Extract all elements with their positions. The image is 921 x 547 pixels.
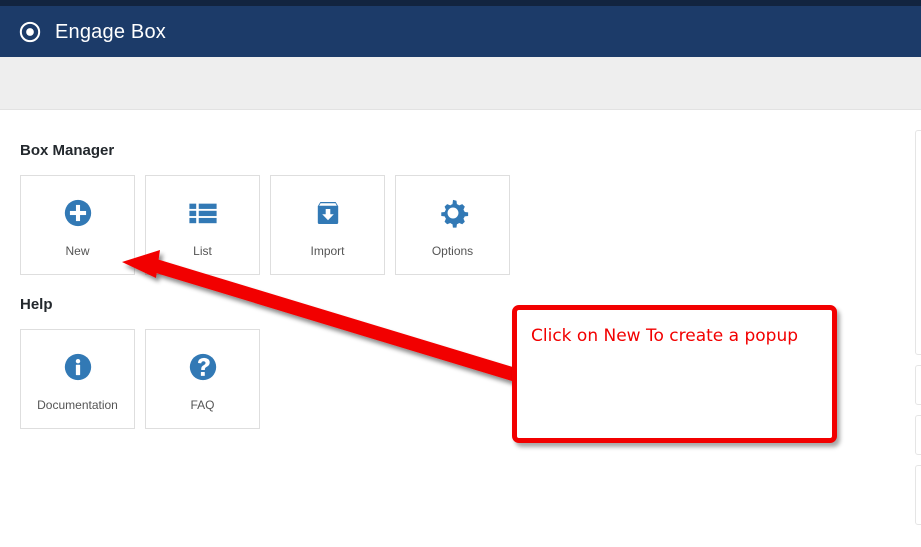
- card-list[interactable]: List: [145, 175, 260, 275]
- header-sub-band: [0, 57, 921, 110]
- plus-circle-icon: [64, 199, 91, 227]
- card-label: Options: [431, 244, 474, 258]
- app-root: Engage Box Box Manager New List Import O…: [0, 0, 921, 547]
- app-title: Engage Box: [55, 20, 166, 43]
- section-title-box-manager: Box Manager: [20, 142, 115, 159]
- right-panel-box: [915, 465, 921, 525]
- card-label: List: [193, 244, 212, 258]
- card-label: Import: [310, 244, 345, 258]
- info-circle-icon: [64, 353, 91, 381]
- right-panel-box: [915, 415, 921, 455]
- app-header-bar: Engage Box: [0, 6, 921, 57]
- target-dot-icon: [19, 21, 41, 42]
- section-title-help: Help: [20, 296, 53, 313]
- main-content: Box Manager New List Import Options Help…: [0, 110, 921, 547]
- right-panel-box: [915, 130, 921, 355]
- card-import[interactable]: Import: [270, 175, 385, 275]
- inbox-download-icon: [317, 201, 338, 225]
- card-label: New: [65, 244, 90, 258]
- gear-icon: [440, 199, 468, 228]
- card-options[interactable]: Options: [395, 175, 510, 275]
- card-label: FAQ: [190, 398, 215, 412]
- card-label: Documentation: [37, 398, 118, 412]
- card-new[interactable]: New: [20, 175, 135, 275]
- list-grid-icon: [188, 203, 217, 224]
- card-documentation[interactable]: Documentation: [20, 329, 135, 429]
- right-panel-column: [915, 110, 921, 547]
- question-circle-icon: [189, 353, 216, 381]
- card-faq[interactable]: FAQ: [145, 329, 260, 429]
- right-panel-box: [915, 365, 921, 405]
